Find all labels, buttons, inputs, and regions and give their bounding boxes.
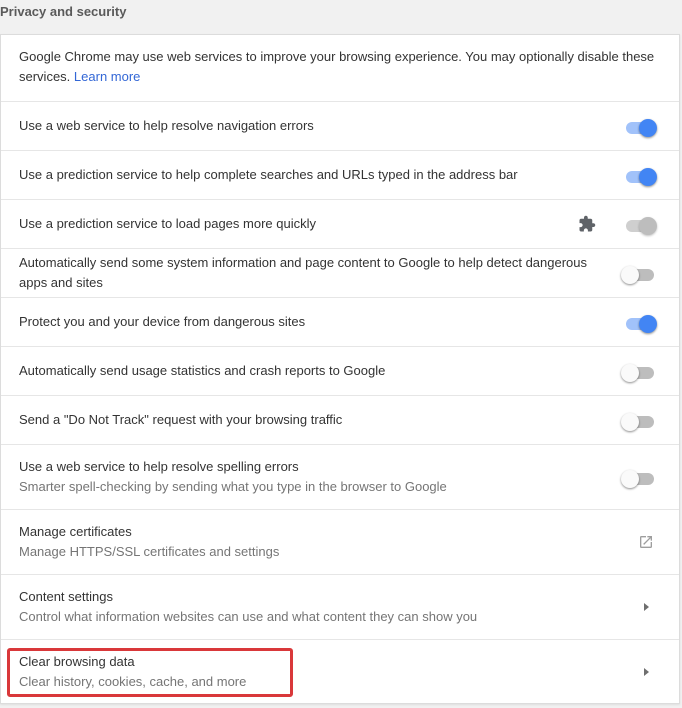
- search-prediction-toggle[interactable]: [623, 165, 657, 186]
- usage-statistics-toggle[interactable]: [621, 361, 657, 382]
- setting-row-usage-statistics[interactable]: Automatically send usage statistics and …: [1, 346, 679, 395]
- setting-label: Use a prediction service to load pages m…: [19, 216, 316, 231]
- dangerous-sites-toggle[interactable]: [623, 312, 657, 333]
- navigation-errors-toggle[interactable]: [623, 116, 657, 137]
- section-title: Privacy and security: [0, 4, 127, 19]
- privacy-settings-card: Google Chrome may use web services to im…: [0, 34, 680, 704]
- setting-row-search-prediction[interactable]: Use a prediction service to help complet…: [1, 150, 679, 199]
- manage-certificates-row[interactable]: Manage certificates Manage HTTPS/SSL cer…: [1, 509, 679, 574]
- setting-label: Protect you and your device from dangero…: [19, 314, 306, 329]
- setting-row-navigation-errors[interactable]: Use a web service to help resolve naviga…: [1, 101, 679, 150]
- chevron-right-icon[interactable]: [644, 603, 649, 611]
- setting-sublabel: Smarter spell-checking by sending what y…: [19, 479, 447, 494]
- intro-row: Google Chrome may use web services to im…: [1, 35, 679, 102]
- puzzle-piece-icon[interactable]: [578, 215, 596, 233]
- spelling-errors-toggle[interactable]: [621, 467, 657, 488]
- content-settings-label: Content settings: [19, 589, 113, 604]
- setting-label: Use a web service to help resolve spelli…: [19, 459, 299, 474]
- safe-browsing-reporting-toggle[interactable]: [621, 263, 657, 284]
- setting-label: Automatically send usage statistics and …: [19, 363, 386, 378]
- setting-label: Use a prediction service to help complet…: [19, 167, 518, 182]
- setting-row-spelling-errors[interactable]: Use a web service to help resolve spelli…: [1, 444, 679, 509]
- do-not-track-toggle[interactable]: [621, 410, 657, 431]
- chevron-right-icon[interactable]: [644, 668, 649, 676]
- setting-row-safe-browsing-reporting[interactable]: Automatically send some system informati…: [1, 248, 679, 297]
- setting-label: Automatically send some system informati…: [19, 255, 588, 290]
- page-prediction-toggle: [623, 214, 657, 235]
- external-link-icon[interactable]: [638, 534, 654, 550]
- content-settings-row[interactable]: Content settings Control what informatio…: [1, 574, 679, 639]
- setting-row-dangerous-sites[interactable]: Protect you and your device from dangero…: [1, 297, 679, 346]
- manage-certificates-sublabel: Manage HTTPS/SSL certificates and settin…: [19, 544, 280, 559]
- setting-label: Send a "Do Not Track" request with your …: [19, 412, 343, 427]
- content-settings-sublabel: Control what information websites can us…: [19, 609, 478, 624]
- manage-certificates-label: Manage certificates: [19, 524, 132, 539]
- highlight-box: [7, 648, 293, 697]
- setting-row-page-prediction: Use a prediction service to load pages m…: [1, 199, 679, 248]
- setting-label: Use a web service to help resolve naviga…: [19, 118, 314, 133]
- learn-more-link[interactable]: Learn more: [74, 69, 140, 84]
- setting-row-do-not-track[interactable]: Send a "Do Not Track" request with your …: [1, 395, 679, 444]
